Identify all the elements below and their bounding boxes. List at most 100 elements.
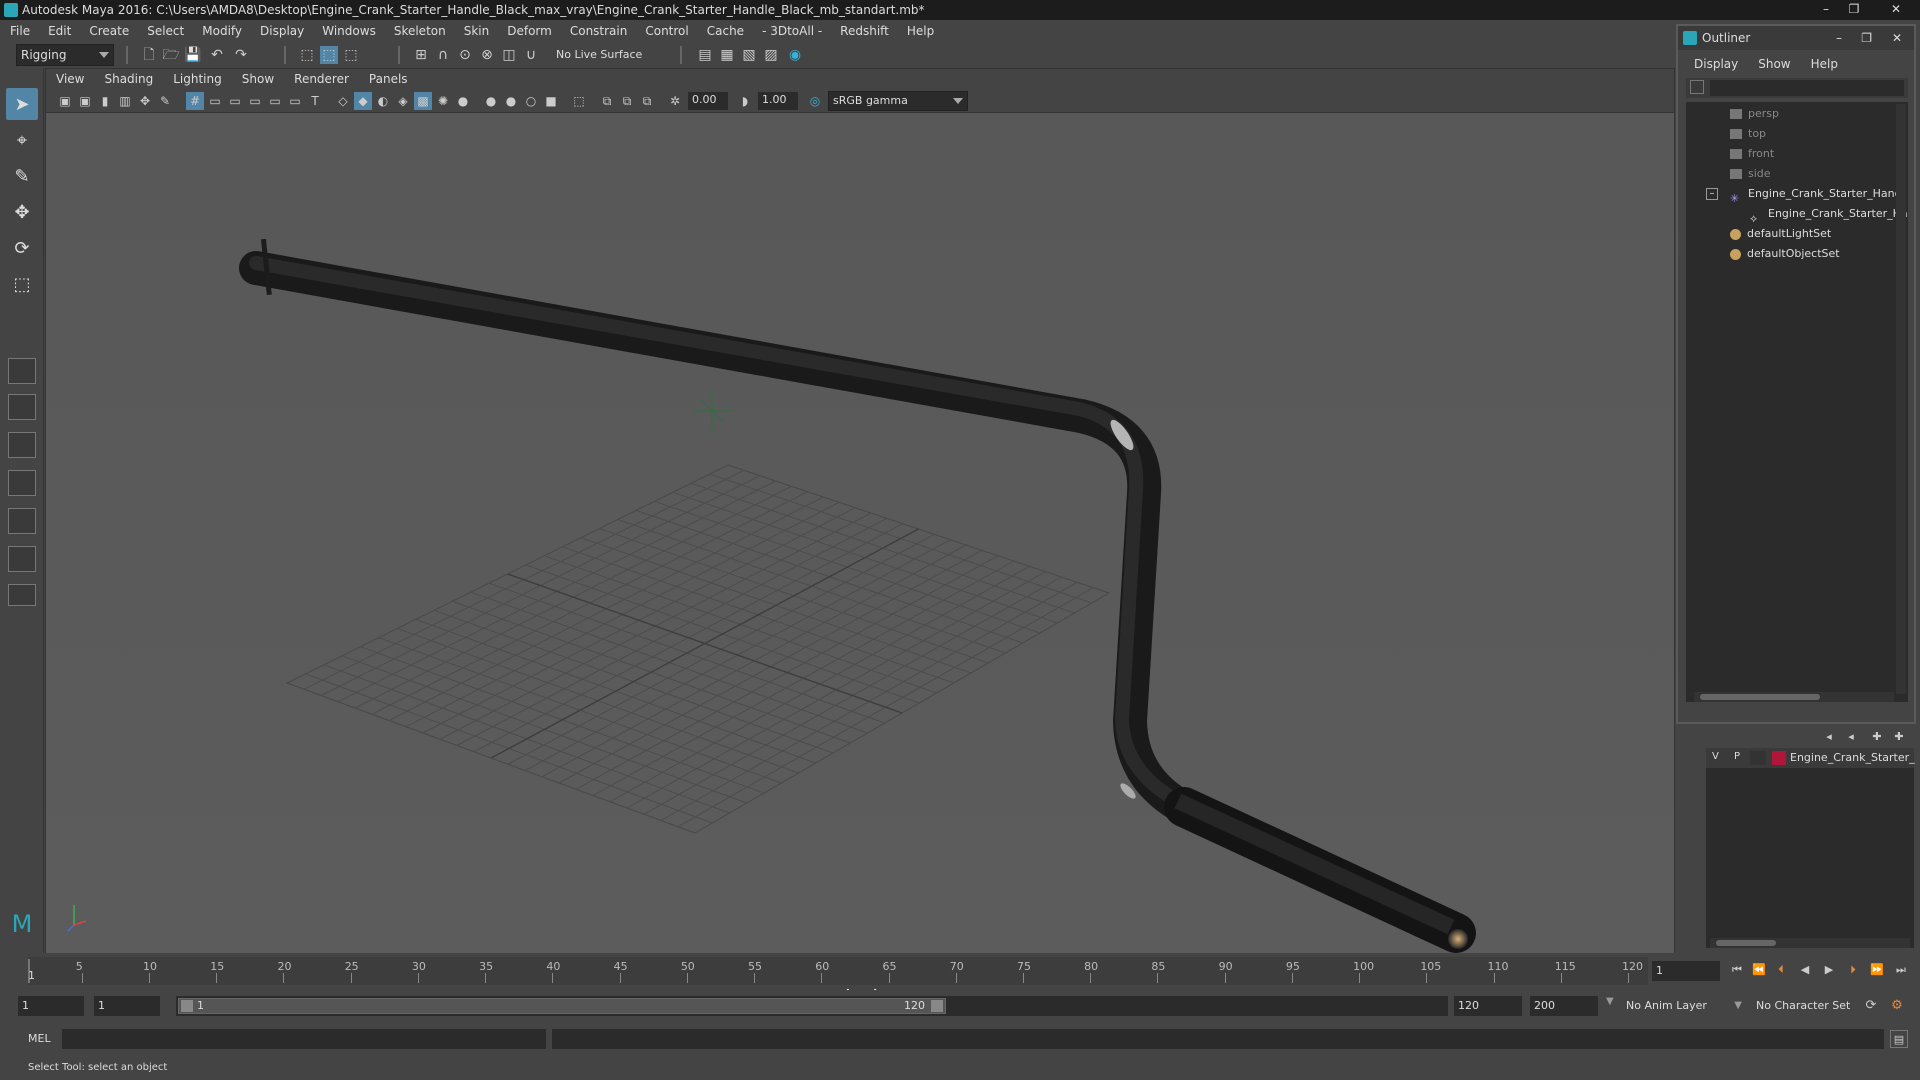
textured-icon[interactable]: ▩ xyxy=(414,92,432,110)
move-tool-icon[interactable]: ✥ xyxy=(6,196,38,228)
outliner-vertical-scrollbar[interactable] xyxy=(1896,104,1906,694)
gamma-icon[interactable]: ◗ xyxy=(736,92,754,110)
resolution-gate-icon[interactable]: ▭ xyxy=(226,92,244,110)
render-view-icon[interactable]: ▤ xyxy=(696,46,714,64)
outliner-item-default-object-set[interactable]: defaultObjectSet xyxy=(1730,244,1840,264)
layer-row[interactable]: V P Engine_Crank_Starter_ xyxy=(1706,748,1915,768)
color-management-icon[interactable]: ◎ xyxy=(806,92,824,110)
viewport-menu-panels[interactable]: Panels xyxy=(369,72,408,86)
render-current-frame-icon[interactable]: ▦ xyxy=(718,46,736,64)
animation-start-field[interactable]: 1 xyxy=(18,996,84,1016)
maximize-button[interactable]: ❐ xyxy=(1840,2,1868,18)
go-to-start-icon[interactable]: ⏮ xyxy=(1728,961,1746,979)
menu-control[interactable]: Control xyxy=(645,24,688,38)
rotate-tool-icon[interactable]: ⟳ xyxy=(6,232,38,264)
outliner-item-side[interactable]: side xyxy=(1730,164,1771,184)
outliner-title-bar[interactable]: Outliner – ❐ ✕ xyxy=(1678,26,1914,50)
use-default-material-icon[interactable]: ◐ xyxy=(374,92,392,110)
save-scene-icon[interactable]: 💾 xyxy=(184,46,202,64)
film-gate-icon[interactable]: ▭ xyxy=(206,92,224,110)
script-editor-icon[interactable]: ▤ xyxy=(1890,1030,1908,1048)
ipr-render-icon[interactable]: ▧ xyxy=(740,46,758,64)
layer-playback-toggle[interactable]: P xyxy=(1734,751,1740,762)
select-tool-icon[interactable]: ➤ xyxy=(6,88,38,120)
menu-select[interactable]: Select xyxy=(147,24,184,38)
menu-redshift[interactable]: Redshift xyxy=(840,24,889,38)
outliner-item-front[interactable]: front xyxy=(1730,144,1774,164)
hypershade-icon[interactable]: ◉ xyxy=(786,46,804,64)
smooth-shade-icon[interactable]: ◆ xyxy=(354,92,372,110)
snap-view-plane-icon[interactable]: ◫ xyxy=(500,46,518,64)
screen-space-ao-icon[interactable]: ● xyxy=(482,92,500,110)
layer-type-toggle[interactable] xyxy=(1750,751,1766,765)
script-language-toggle[interactable]: MEL xyxy=(28,1032,51,1045)
menu-display[interactable]: Display xyxy=(260,24,304,38)
menu-deform[interactable]: Deform xyxy=(507,24,552,38)
menu-cache[interactable]: Cache xyxy=(707,24,744,38)
outliner-item-persp[interactable]: persp xyxy=(1730,104,1779,124)
undo-icon[interactable]: ↶ xyxy=(208,46,226,64)
grease-pencil-icon[interactable]: ✎ xyxy=(156,92,174,110)
menuset-dropdown[interactable]: Rigging xyxy=(16,44,114,66)
outliner-item-mesh[interactable]: ⟡ Engine_Crank_Starter_Ha xyxy=(1750,204,1908,224)
viewport-menu-view[interactable]: View xyxy=(56,72,84,86)
custom-layout-icon[interactable] xyxy=(8,584,36,606)
range-handle-left[interactable] xyxy=(181,1000,193,1012)
step-forward-key-icon[interactable]: ⏩ xyxy=(1868,961,1886,979)
chevron-down-icon[interactable]: ▼ xyxy=(1606,996,1614,1007)
use-all-lights-icon[interactable]: ✺ xyxy=(434,92,452,110)
outliner-maximize-button[interactable]: ❐ xyxy=(1861,26,1872,50)
safe-action-icon[interactable]: ▭ xyxy=(286,92,304,110)
time-slider[interactable]: 5 10 15 20 25 30 35 40 45 50 55 60 65 70 75 80 85 90 95 100… xyxy=(0,953,1920,989)
safe-title-icon[interactable]: T xyxy=(306,92,324,110)
playback-end-field[interactable]: 120 xyxy=(1454,996,1522,1016)
layer-horizontal-scrollbar[interactable] xyxy=(1710,938,1910,948)
xray-components-icon[interactable]: ⧉ xyxy=(638,92,656,110)
xray-joints-icon[interactable]: ⧉ xyxy=(618,92,636,110)
outliner-minimize-button[interactable]: – xyxy=(1836,26,1842,50)
animation-end-field[interactable]: 200 xyxy=(1530,996,1598,1016)
menu-3dtoall[interactable]: - 3DtoAll - xyxy=(762,24,822,38)
close-button[interactable]: ✕ xyxy=(1876,2,1916,18)
exposure-field[interactable]: 0.00 xyxy=(688,92,728,110)
current-frame-field[interactable]: 1 xyxy=(1652,961,1720,981)
move-layer-up-icon[interactable]: ◂ xyxy=(1820,728,1838,746)
viewport-menu-show[interactable]: Show xyxy=(242,72,274,86)
outliner-menu-show[interactable]: Show xyxy=(1758,57,1790,71)
xray-icon[interactable]: ⧉ xyxy=(598,92,616,110)
image-plane-icon[interactable]: ▥ xyxy=(116,92,134,110)
outliner-item-group[interactable]: – ✳ Engine_Crank_Starter_Handl xyxy=(1706,184,1905,204)
persp-hypershade-layout-icon[interactable] xyxy=(8,508,36,534)
menu-edit[interactable]: Edit xyxy=(48,24,71,38)
snap-grid-icon[interactable]: ⊞ xyxy=(412,46,430,64)
anti-aliasing-icon[interactable]: ○ xyxy=(522,92,540,110)
persp-outliner-layout-icon[interactable] xyxy=(8,432,36,458)
select-camera-icon[interactable]: ▣ xyxy=(56,92,74,110)
persp-graph-layout-icon[interactable] xyxy=(8,470,36,496)
time-ruler[interactable]: 5 10 15 20 25 30 35 40 45 50 55 60 65 70 75 80 85 90 95 100… xyxy=(28,957,1648,985)
select-hierarchy-icon[interactable]: ⬚ xyxy=(298,46,316,64)
redo-icon[interactable]: ↷ xyxy=(232,46,250,64)
menu-windows[interactable]: Windows xyxy=(322,24,376,38)
two-d-pan-zoom-icon[interactable]: ✥ xyxy=(136,92,154,110)
grid-toggle-icon[interactable]: # xyxy=(186,92,204,110)
character-set-dropdown[interactable]: No Character Set xyxy=(1752,996,1862,1016)
four-view-layout-icon[interactable] xyxy=(8,394,36,420)
new-layer-icon[interactable]: ✚ xyxy=(1868,728,1886,746)
viewport-menu-shading[interactable]: Shading xyxy=(104,72,153,86)
step-back-key-icon[interactable]: ⏪ xyxy=(1750,961,1768,979)
field-chart-icon[interactable]: ▭ xyxy=(266,92,284,110)
snap-projected-center-icon[interactable]: ⊗ xyxy=(478,46,496,64)
scale-tool-icon[interactable]: ⬚ xyxy=(6,268,38,300)
gamma-field[interactable]: 1.00 xyxy=(758,92,798,110)
make-live-icon[interactable]: ∪ xyxy=(522,46,540,64)
menu-skeleton[interactable]: Skeleton xyxy=(394,24,446,38)
move-layer-down-icon[interactable]: ◂ xyxy=(1842,728,1860,746)
single-perspective-layout-icon[interactable] xyxy=(8,358,36,384)
viewport-menu-lighting[interactable]: Lighting xyxy=(173,72,222,86)
select-component-icon[interactable]: ⬚ xyxy=(342,46,360,64)
play-backwards-icon[interactable]: ◀ xyxy=(1796,961,1814,979)
collapse-toggle-icon[interactable]: – xyxy=(1706,188,1718,200)
menu-constrain[interactable]: Constrain xyxy=(570,24,628,38)
go-to-end-icon[interactable]: ⏭ xyxy=(1892,961,1910,979)
